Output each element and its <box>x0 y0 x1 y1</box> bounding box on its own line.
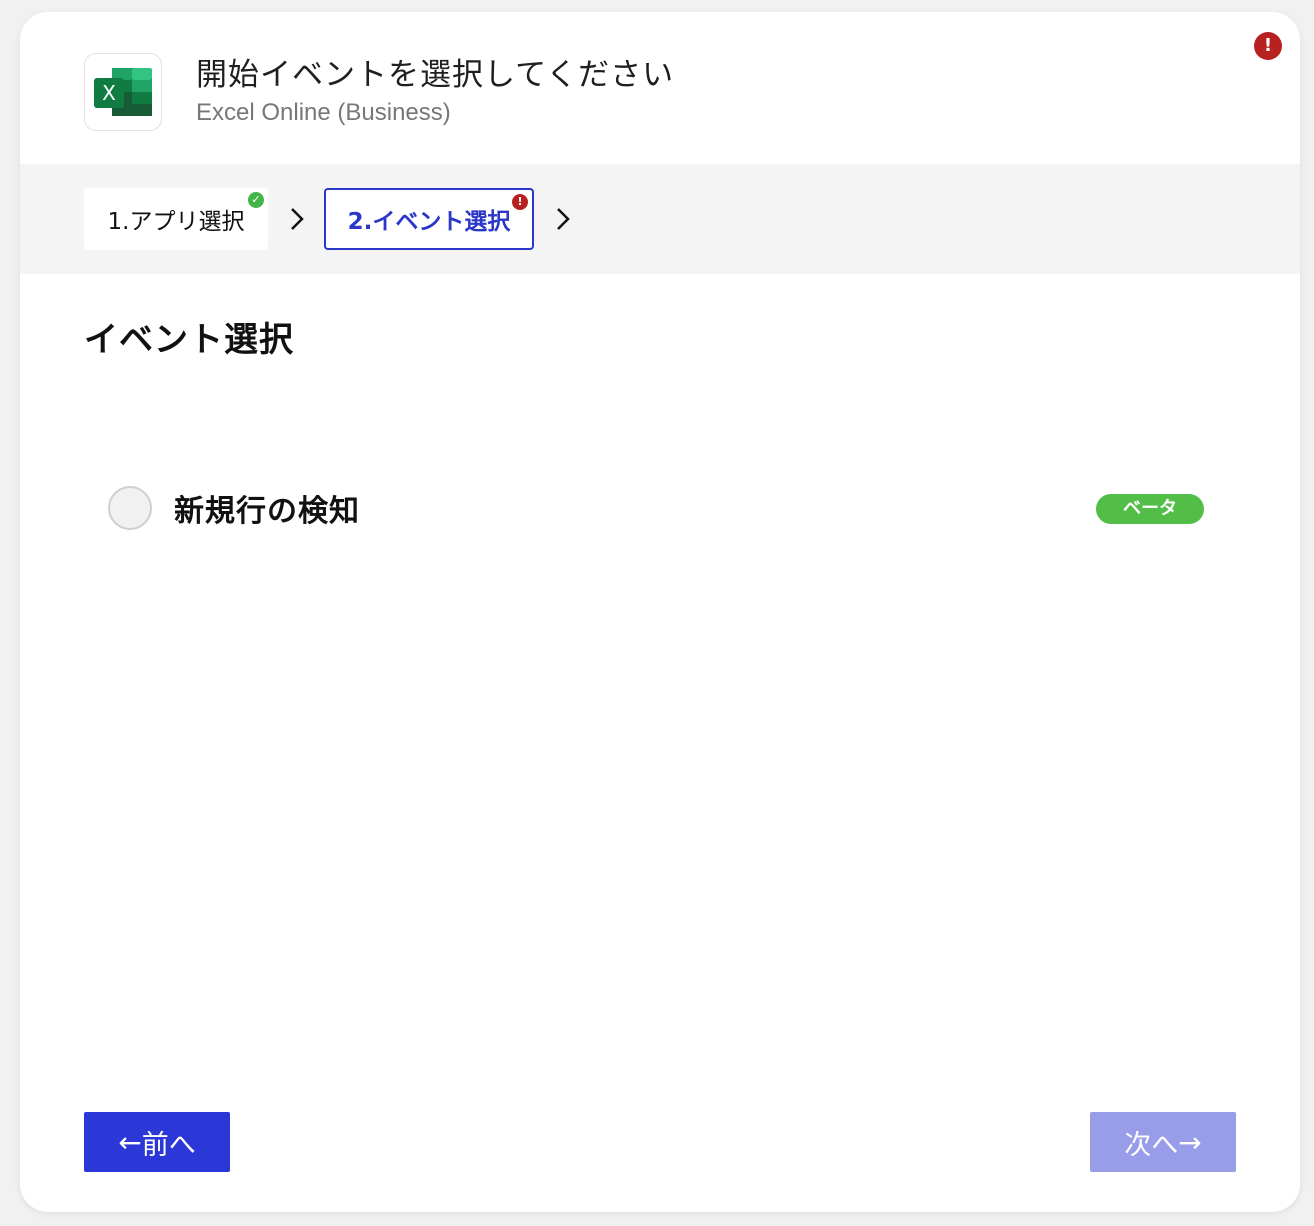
section-title: イベント選択 <box>84 320 294 360</box>
arrow-left-icon: ← <box>118 1125 142 1159</box>
step-label: 1.アプリ選択 <box>107 209 245 235</box>
arrow-right-icon: → <box>1178 1125 1202 1159</box>
exclamation-icon[interactable]: ! <box>1254 32 1282 60</box>
dialog-card: ! X 開始イベントを選択してください Excel Online (Busine… <box>20 12 1300 1212</box>
page-title: 開始イベントを選択してください <box>196 57 675 93</box>
svg-text:X: X <box>102 81 116 105</box>
app-name: Excel Online (Business) <box>196 99 451 126</box>
next-button[interactable]: 次へ → <box>1090 1112 1236 1172</box>
event-option-label: 新規行の検知 <box>174 494 360 529</box>
chevron-right-icon <box>291 208 304 230</box>
event-option-new-row[interactable]: 新規行の検知 ベータ <box>108 482 1204 534</box>
step-label: 2.イベント選択 <box>347 209 511 235</box>
prev-button-label: 前へ <box>141 1129 196 1161</box>
excel-logo-icon: X <box>84 53 162 131</box>
prev-button[interactable]: ← 前へ <box>84 1112 230 1172</box>
event-radio[interactable] <box>108 486 152 530</box>
check-icon: ✓ <box>248 192 264 208</box>
next-button-label: 次へ <box>1124 1129 1179 1161</box>
step-app-select[interactable]: 1.アプリ選択 ✓ <box>84 188 268 250</box>
step-event-select[interactable]: 2.イベント選択 ! <box>324 188 534 250</box>
beta-badge: ベータ <box>1096 494 1204 524</box>
step-bar: 1.アプリ選択 ✓ 2.イベント選択 ! <box>20 164 1300 274</box>
chevron-right-icon <box>557 208 570 230</box>
header-text: 開始イベントを選択してください Excel Online (Business) <box>196 56 674 128</box>
exclamation-icon: ! <box>512 194 528 210</box>
header: X 開始イベントを選択してください Excel Online (Business… <box>84 52 674 132</box>
